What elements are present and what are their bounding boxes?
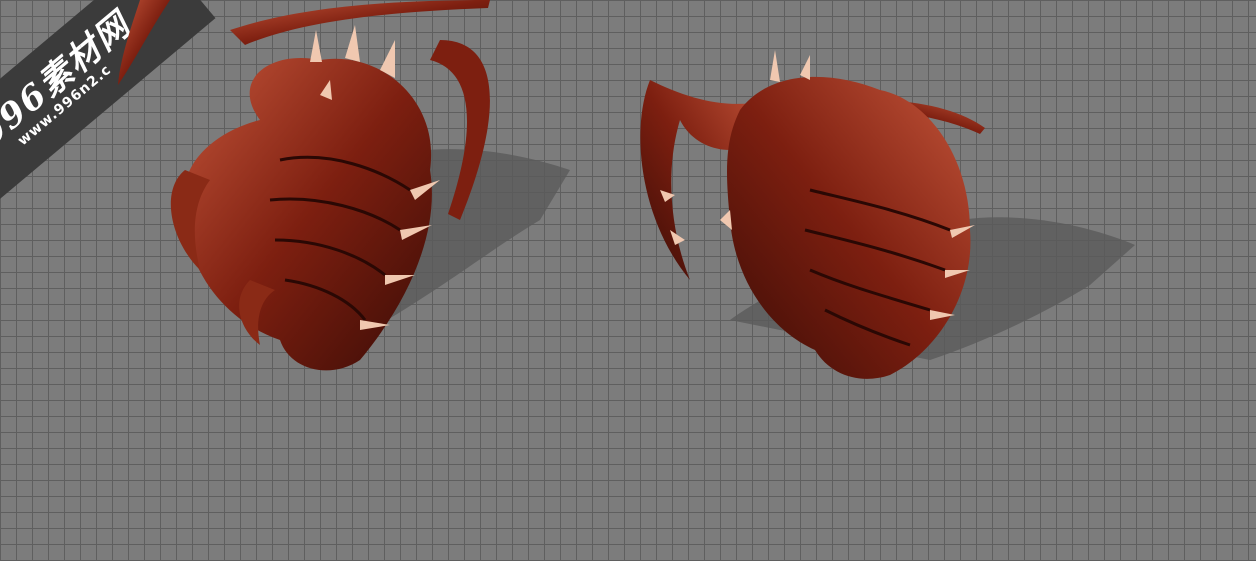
creature-tail <box>230 0 490 45</box>
game-canvas: 996素材网 www.996n2.c <box>0 0 1256 561</box>
creature-art <box>640 50 1135 379</box>
creature-sprite-left <box>110 0 570 380</box>
creature-body <box>184 58 432 371</box>
creature-sprite-right <box>630 40 1150 385</box>
creature-art <box>118 0 570 371</box>
creature-body <box>727 76 971 379</box>
